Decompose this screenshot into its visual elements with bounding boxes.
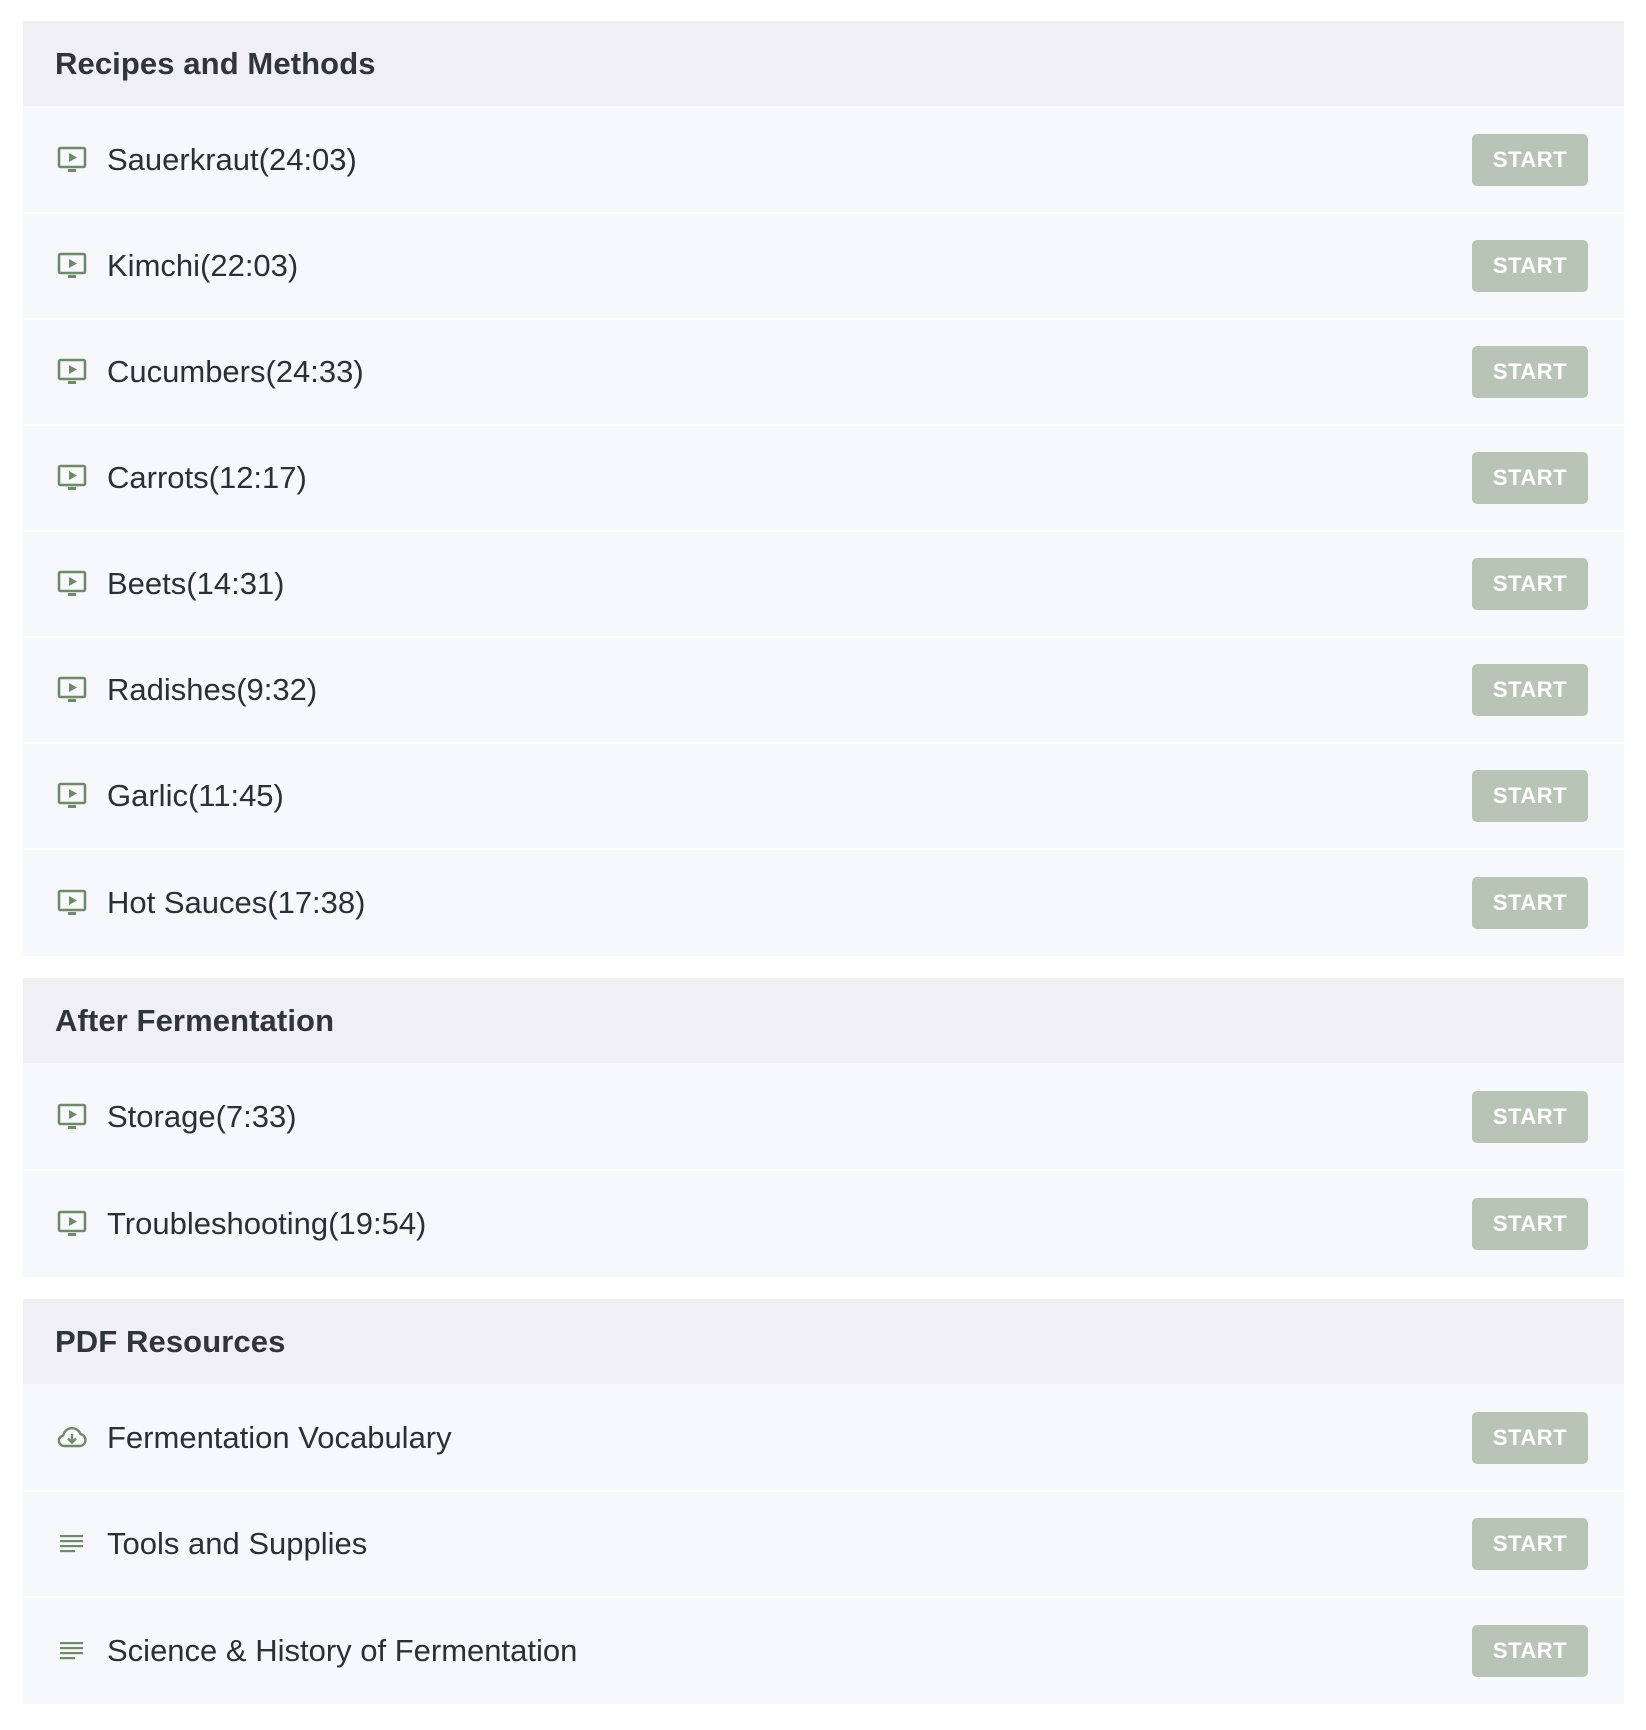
video-icon (55, 355, 89, 389)
video-icon (55, 779, 89, 813)
lesson-row[interactable]: Cucumbers(24:33) START (23, 320, 1624, 426)
lesson-title[interactable]: Carrots(12:17) (107, 460, 307, 496)
video-icon (55, 886, 89, 920)
start-button[interactable]: START (1472, 1091, 1588, 1143)
start-button[interactable]: START (1472, 664, 1588, 716)
section-title: Recipes and Methods (55, 45, 376, 81)
lesson-title[interactable]: Cucumbers(24:33) (107, 354, 364, 390)
video-icon (55, 567, 89, 601)
section-header: PDF Resources (23, 1299, 1624, 1386)
lesson-title[interactable]: Hot Sauces(17:38) (107, 885, 365, 921)
lesson-title[interactable]: Science & History of Fermentation (107, 1633, 577, 1669)
lesson-row[interactable]: Carrots(12:17) START (23, 426, 1624, 532)
lesson-row[interactable]: Beets(14:31) START (23, 532, 1624, 638)
course-section: PDF Resources Fermentation Vocabulary STAR… (23, 1299, 1624, 1704)
start-button[interactable]: START (1472, 770, 1588, 822)
text-lines-icon (55, 1527, 89, 1561)
section-header: Recipes and Methods (23, 21, 1624, 108)
lesson-title[interactable]: Storage(7:33) (107, 1099, 297, 1135)
start-button[interactable]: START (1472, 240, 1588, 292)
lesson-title[interactable]: Sauerkraut(24:03) (107, 142, 357, 178)
lesson-title[interactable]: Beets(14:31) (107, 566, 285, 602)
course-section: Recipes and Methods Sauerkraut(24:03) STAR… (23, 21, 1624, 956)
lesson-title[interactable]: Kimchi(22:03) (107, 248, 298, 284)
course-section: After Fermentation Storage(7:33) START Trou… (23, 978, 1624, 1277)
lesson-title[interactable]: Fermentation Vocabulary (107, 1420, 452, 1456)
lesson-title[interactable]: Garlic(11:45) (107, 778, 284, 814)
lesson-row[interactable]: Storage(7:33) START (23, 1065, 1624, 1171)
start-button[interactable]: START (1472, 1625, 1588, 1677)
lesson-row[interactable]: Sauerkraut(24:03) START (23, 108, 1624, 214)
video-icon (55, 1100, 89, 1134)
video-icon (55, 143, 89, 177)
section-title: After Fermentation (55, 1002, 335, 1038)
lesson-title[interactable]: Troubleshooting(19:54) (107, 1206, 426, 1242)
start-button[interactable]: START (1472, 346, 1588, 398)
start-button[interactable]: START (1472, 134, 1588, 186)
text-lines-icon (55, 1634, 89, 1668)
section-header: After Fermentation (23, 978, 1624, 1065)
start-button[interactable]: START (1472, 1518, 1588, 1570)
video-icon (55, 1207, 89, 1241)
start-button[interactable]: START (1472, 1198, 1588, 1250)
start-button[interactable]: START (1472, 452, 1588, 504)
course-curriculum: Recipes and Methods Sauerkraut(24:03) STAR… (23, 21, 1624, 1726)
section-title: PDF Resources (55, 1323, 286, 1359)
video-icon (55, 249, 89, 283)
lesson-row[interactable]: Tools and Supplies START (23, 1492, 1624, 1598)
lesson-row[interactable]: Garlic(11:45) START (23, 744, 1624, 850)
lesson-row[interactable]: Troubleshooting(19:54) START (23, 1171, 1624, 1277)
lesson-row[interactable]: Kimchi(22:03) START (23, 214, 1624, 320)
lesson-row[interactable]: Hot Sauces(17:38) START (23, 850, 1624, 956)
start-button[interactable]: START (1472, 558, 1588, 610)
start-button[interactable]: START (1472, 1412, 1588, 1464)
lesson-row[interactable]: Fermentation Vocabulary START (23, 1386, 1624, 1492)
lesson-row[interactable]: Science & History of Fermentation START (23, 1598, 1624, 1704)
video-icon (55, 461, 89, 495)
lesson-title[interactable]: Tools and Supplies (107, 1526, 367, 1562)
start-button[interactable]: START (1472, 877, 1588, 929)
video-icon (55, 673, 89, 707)
lesson-row[interactable]: Radishes(9:32) START (23, 638, 1624, 744)
cloud-download-icon (55, 1421, 89, 1455)
lesson-title[interactable]: Radishes(9:32) (107, 672, 317, 708)
